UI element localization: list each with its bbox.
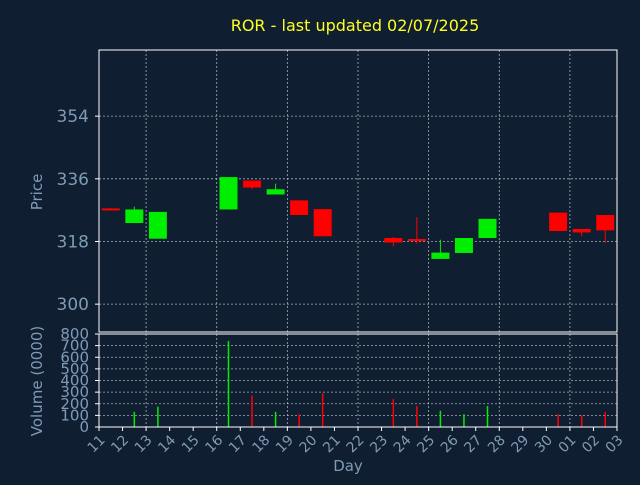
candle-body <box>596 215 615 231</box>
candle-body <box>431 252 450 259</box>
chart-stage: ROR - last updated 02/07/2025 300 318 336 3… <box>0 0 640 480</box>
day-axis-title: Day <box>333 457 363 475</box>
chart-title: ROR - last updated 02/07/2025 <box>231 16 480 35</box>
volume-bar <box>580 415 583 427</box>
candle-body <box>572 228 591 233</box>
volume-bar <box>227 340 230 427</box>
price-grid <box>99 50 617 332</box>
candle-body <box>219 177 238 210</box>
day-tick-label: 30 <box>532 432 556 456</box>
candle-body <box>243 180 262 188</box>
volume-bar <box>416 406 418 427</box>
volume-bar <box>321 393 324 427</box>
day-tick-label: 22 <box>344 432 368 456</box>
volume-axis: 0100200300400500600700800 <box>60 325 99 436</box>
volume-axis-title: Volume (0000) <box>28 326 46 436</box>
price-axis-title: Price <box>28 174 46 211</box>
price-axis: 300 318 336 354 <box>57 107 99 315</box>
candle-body <box>454 238 473 253</box>
volume-bar <box>298 414 300 427</box>
day-tick-label: 15 <box>179 432 203 456</box>
candle-body <box>549 212 568 232</box>
candle-body <box>266 189 285 195</box>
day-tick-label: 12 <box>108 432 132 456</box>
volume-grid <box>99 334 617 427</box>
day-tick-label: 23 <box>367 432 391 456</box>
volume-bars <box>133 340 606 427</box>
day-tick-label: 24 <box>391 432 415 456</box>
day-tick-label: 03 <box>603 432 627 456</box>
day-tick-label: 18 <box>250 432 274 456</box>
day-tick-label: 17 <box>226 432 250 456</box>
price-tick-label: 300 <box>57 295 89 315</box>
day-tick-label: 01 <box>556 432 580 456</box>
day-tick-label: 28 <box>485 432 509 456</box>
day-tick-label: 25 <box>414 432 438 456</box>
day-axis: 11 12 13 14 15 16 17 18 19 20 21 22 23 24 25 26 27 28 29 30… <box>85 427 627 456</box>
day-tick-label: 29 <box>509 432 533 456</box>
volume-bar <box>439 410 442 427</box>
day-tick-label: 19 <box>273 432 297 456</box>
day-tick-label: 13 <box>132 432 156 456</box>
day-tick-label: 16 <box>202 432 226 456</box>
candle-body <box>148 211 167 239</box>
candle-body <box>125 209 144 224</box>
candle-body <box>101 208 120 211</box>
volume-bar <box>133 411 136 427</box>
volume-bar <box>463 414 465 427</box>
volume-bar <box>251 395 253 427</box>
candle-body <box>290 200 309 216</box>
day-tick-label: 20 <box>297 432 321 456</box>
price-tick-label: 336 <box>57 170 89 190</box>
day-tick-label: 02 <box>579 432 603 456</box>
candle-body <box>384 238 403 243</box>
candle-body <box>313 209 332 237</box>
price-tick-label: 354 <box>57 107 89 127</box>
day-tick-label: 26 <box>438 432 462 456</box>
volume-bar <box>486 406 489 427</box>
volume-bar <box>557 414 559 427</box>
price-tick-label: 318 <box>57 232 89 252</box>
day-tick-label: 21 <box>320 432 344 456</box>
day-tick-label: 27 <box>461 432 485 456</box>
volume-bar <box>392 399 395 427</box>
volume-bar <box>274 411 277 427</box>
stock-chart: ROR - last updated 02/07/2025 3003183363… <box>28 16 627 475</box>
candle-body <box>407 239 426 242</box>
volume-bar <box>604 411 606 427</box>
day-tick-label: 14 <box>155 432 179 456</box>
candle-body <box>478 218 497 238</box>
volume-tick-label: 800 <box>60 325 89 343</box>
volume-bar <box>157 406 159 427</box>
